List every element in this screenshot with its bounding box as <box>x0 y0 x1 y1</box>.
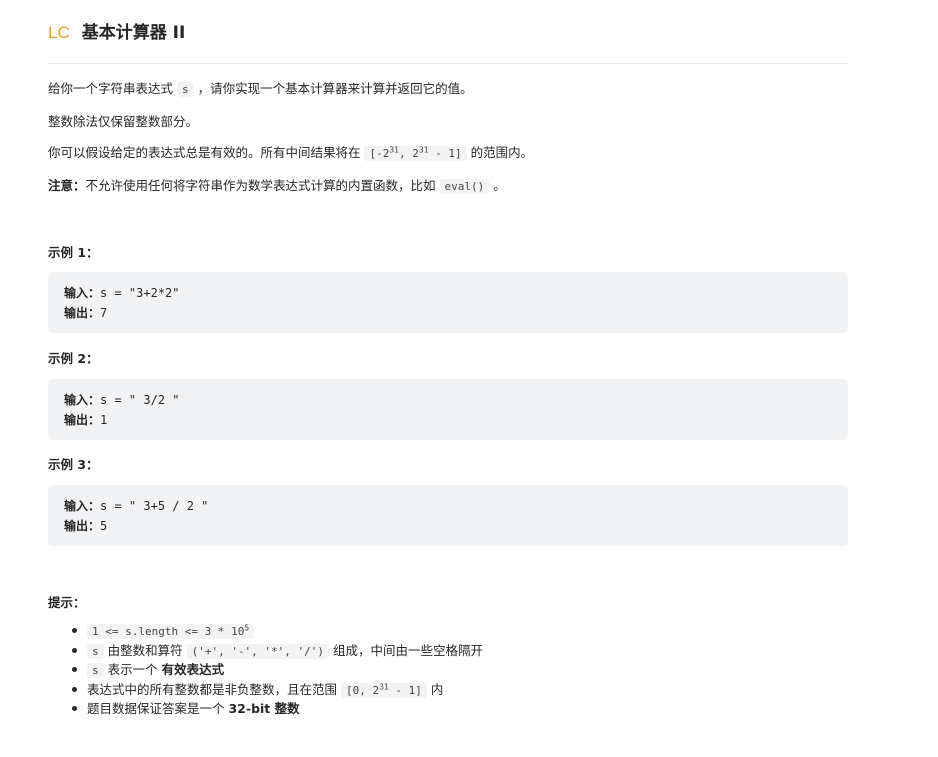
bullet-icon <box>72 647 77 653</box>
example-2-output: 输出：1 <box>64 413 108 427</box>
inline-code: s <box>87 643 104 659</box>
description-paragraph-3: 你可以假设给定的表达式总是有效的。所有中间结果将在 [-231, 231 - 1… <box>48 143 848 164</box>
bullet-icon <box>72 706 77 711</box>
operators-code: ('+', '-', '*', '/') <box>186 643 330 659</box>
example-3-output: 输出：5 <box>64 519 108 533</box>
eval-code: eval() <box>439 179 490 194</box>
problem-title: 基本计算器 II <box>81 23 186 43</box>
range-code: [-231, 231 - 1] <box>364 146 467 161</box>
inline-code: s <box>176 82 194 97</box>
example-2-heading: 示例 2： <box>48 351 99 366</box>
lc-badge: LC <box>48 23 70 42</box>
p1-text-post: ，请你实现一个基本计算器来计算并返回它的值。 <box>193 81 473 96</box>
bullet-icon <box>72 628 77 633</box>
example-1-input: 输入：s = "3+2*2" <box>64 286 180 300</box>
note-post: 。 <box>489 178 506 193</box>
hint-item: s 表示一个 有效表达式 <box>70 660 483 680</box>
range-code: [0, 231 - 1] <box>340 682 427 698</box>
bullet-icon <box>72 667 77 672</box>
p1-text: 给你一个字符串表达式 <box>48 81 177 96</box>
hint-item: s 由整数和算符 ('+', '-', '*', '/') 组成，中间由一些空格… <box>70 641 483 661</box>
note-label: 注意： <box>48 178 86 193</box>
bullet-icon <box>72 686 77 692</box>
example-3-input: 输入：s = " 3+5 / 2 " <box>64 499 209 513</box>
problem-page: LC 基本计算器 II 给你一个字符串表达式 s ，请你实现一个基本计算器来计算… <box>0 0 938 757</box>
hints-list: 1 <= s.length <= 3 * 105 s 由整数和算符 ('+', … <box>70 621 483 719</box>
hints-heading: 提示： <box>48 595 86 610</box>
p3-text: 你可以假设给定的表达式总是有效的。所有中间结果将在 <box>48 145 365 160</box>
example-1-block: 输入：s = "3+2*2" 输出：7 <box>48 272 848 333</box>
p3-text-post: 的范围内。 <box>466 145 534 160</box>
example-2-block: 输入：s = " 3/2 " 输出：1 <box>48 379 848 440</box>
example-3-block: 输入：s = " 3+5 / 2 " 输出：5 <box>48 485 848 546</box>
description-paragraph-1: 给你一个字符串表达式 s ，请你实现一个基本计算器来计算并返回它的值。 <box>48 79 848 100</box>
hint-item: 表达式中的所有整数都是非负整数，且在范围 [0, 231 - 1] 内 <box>70 680 483 700</box>
hint-item: 1 <= s.length <= 3 * 105 <box>70 621 483 641</box>
example-1-output: 输出：7 <box>64 306 108 320</box>
problem-header: LC 基本计算器 II <box>48 20 848 64</box>
example-3-heading: 示例 3： <box>48 457 99 472</box>
inline-code: s <box>87 663 104 678</box>
note-paragraph: 注意：不允许使用任何将字符串作为数学表达式计算的内置函数，比如 eval() 。 <box>48 176 848 197</box>
hint-item: 题目数据保证答案是一个 32-bit 整数 <box>70 699 483 719</box>
description-paragraph-2: 整数除法仅保留整数部分。 <box>48 114 199 129</box>
example-1-heading: 示例 1： <box>48 245 99 260</box>
note-text: 不允许使用任何将字符串作为数学表达式计算的内置函数，比如 <box>85 178 440 193</box>
length-constraint-code: 1 <= s.length <= 3 * 105 <box>87 624 255 639</box>
example-2-input: 输入：s = " 3/2 " <box>64 393 180 407</box>
